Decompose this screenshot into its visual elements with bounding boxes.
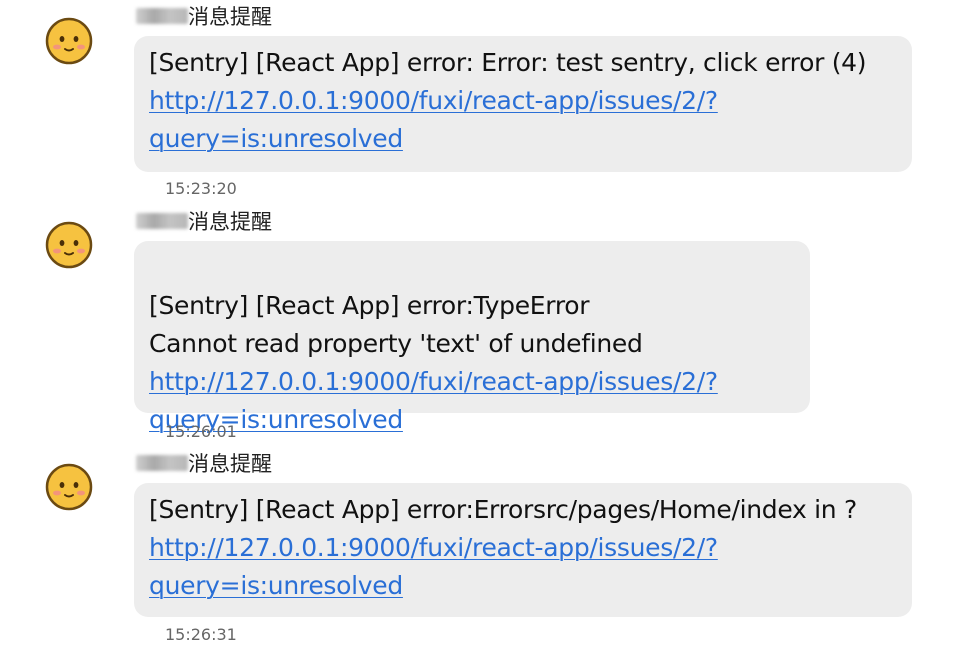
smiley-face-icon[interactable]	[44, 462, 94, 512]
sender-label: 消息提醒	[188, 5, 272, 29]
sender-label: 消息提醒	[188, 452, 272, 476]
redacted-sender	[136, 8, 188, 24]
sender-label: 消息提醒	[188, 210, 272, 234]
issue-link[interactable]: http://127.0.0.1:9000/fuxi/react-app/iss…	[149, 86, 718, 153]
message-text: [Sentry] [React App] error:Errorsrc/page…	[149, 495, 857, 524]
message-text: [Sentry] [React App] error:TypeError Can…	[149, 291, 643, 358]
message-bubble[interactable]: [Sentry] [React App] error: Error: test …	[134, 36, 912, 172]
message-bubble[interactable]: [Sentry] [React App] error:Errorsrc/page…	[134, 483, 912, 617]
sender-name: 消息提醒	[136, 450, 272, 476]
sender-name: 消息提醒	[136, 3, 272, 29]
redacted-sender	[136, 455, 188, 471]
issue-link[interactable]: http://127.0.0.1:9000/fuxi/react-app/iss…	[149, 533, 718, 600]
sender-name: 消息提醒	[136, 208, 272, 234]
redacted-sender	[136, 213, 188, 229]
message-text: [Sentry] [React App] error: Error: test …	[149, 48, 867, 77]
timestamp: 15:23:20	[165, 179, 237, 198]
timestamp: 15:26:01	[165, 422, 237, 441]
smiley-face-icon[interactable]	[44, 220, 94, 270]
smiley-face-icon[interactable]	[44, 16, 94, 66]
timestamp: 15:26:31	[165, 625, 237, 644]
message-bubble[interactable]: [Sentry] [React App] error:TypeError Can…	[134, 241, 810, 434]
